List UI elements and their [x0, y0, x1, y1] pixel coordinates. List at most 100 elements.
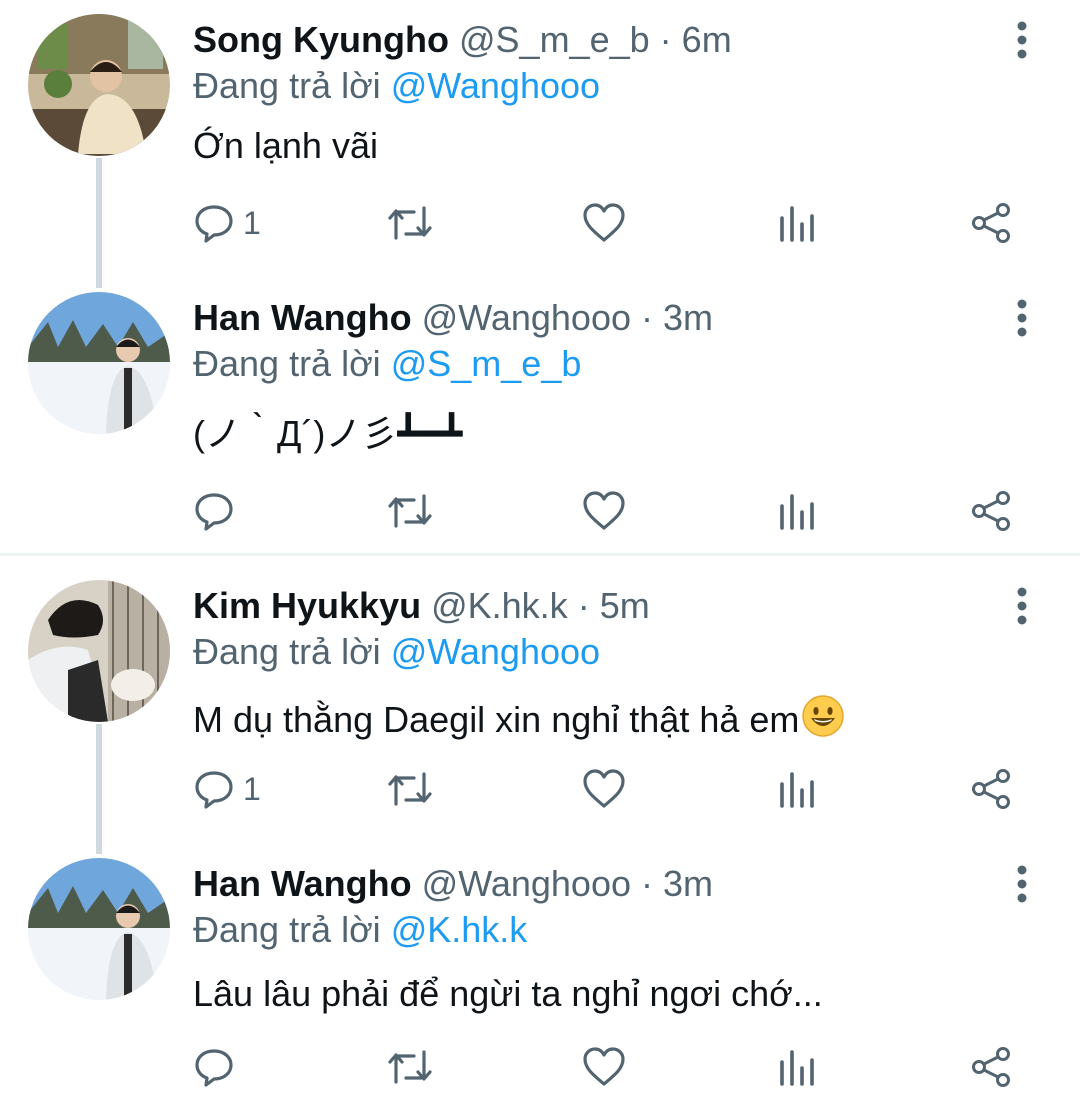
more-vertical-icon: [1017, 299, 1027, 337]
share-button[interactable]: [970, 1042, 1012, 1092]
mention-link[interactable]: @Wanghooo: [391, 65, 600, 106]
action-bar: 1: [0, 198, 1080, 248]
share-icon: [972, 1047, 1010, 1087]
replying-to: Đang trả lời @Wanghooo: [193, 66, 600, 106]
retweet-icon: [388, 772, 432, 806]
tweet-header: Song Kyungho @S_m_e_b · 6m: [193, 20, 732, 60]
avatar[interactable]: [28, 292, 170, 434]
share-button[interactable]: [970, 198, 1012, 248]
action-bar: [0, 1042, 1080, 1092]
like-button[interactable]: [582, 764, 626, 814]
reply-button[interactable]: [193, 1042, 243, 1092]
mention-link[interactable]: @K.hk.k: [391, 909, 528, 950]
timestamp[interactable]: 5m: [600, 585, 650, 626]
timestamp[interactable]: 3m: [663, 297, 713, 338]
replying-to-label: Đang trả lời: [193, 631, 381, 672]
username[interactable]: @Wanghooo: [422, 863, 631, 904]
smiling-face-emoji: [802, 695, 845, 737]
heart-icon: [583, 769, 625, 808]
separator: ·: [577, 585, 590, 626]
share-icon: [972, 203, 1010, 243]
tweet-header: Han Wangho @Wanghooo · 3m: [193, 864, 713, 904]
views-button[interactable]: [778, 486, 816, 536]
heart-icon: [583, 1047, 625, 1086]
username[interactable]: @S_m_e_b: [459, 19, 650, 60]
reply-count: 1: [243, 770, 261, 807]
tweet[interactable]: Han Wangho @Wanghooo · 3m Đang trả lời @…: [0, 846, 1080, 1096]
mention-link[interactable]: @Wanghooo: [391, 631, 600, 672]
tweet-header: Han Wangho @Wanghooo · 3m: [193, 298, 713, 338]
tweet-text: Lâu lâu phải để ngừi ta nghỉ ngơi chớ...: [193, 973, 823, 1014]
replying-to: Đang trả lời @S_m_e_b: [193, 344, 581, 384]
more-button[interactable]: [1006, 864, 1038, 904]
avatar[interactable]: [28, 580, 170, 722]
reply-button[interactable]: [193, 486, 243, 536]
retweet-icon: [388, 206, 432, 240]
replying-to-label: Đang trả lời: [193, 65, 381, 106]
more-vertical-icon: [1017, 865, 1027, 903]
tweet-text: Ớn lạnh vãi: [193, 125, 378, 166]
avatar[interactable]: [28, 858, 170, 1000]
analytics-icon: [780, 772, 814, 808]
display-name[interactable]: Kim Hyukkyu: [193, 585, 421, 626]
username[interactable]: @Wanghooo: [422, 297, 631, 338]
display-name[interactable]: Song Kyungho: [193, 19, 449, 60]
reply-button[interactable]: 1: [193, 764, 261, 814]
timestamp[interactable]: 6m: [682, 19, 732, 60]
like-button[interactable]: [582, 198, 626, 248]
avatar[interactable]: [28, 14, 170, 156]
display-name[interactable]: Han Wangho: [193, 863, 412, 904]
retweet-button[interactable]: [386, 486, 434, 536]
tweet-header: Kim Hyukkyu @K.hk.k · 5m: [193, 586, 650, 626]
more-vertical-icon: [1017, 21, 1027, 59]
reply-icon: [195, 1049, 233, 1087]
heart-icon: [583, 203, 625, 242]
username[interactable]: @K.hk.k: [431, 585, 568, 626]
thread-divider: [0, 553, 1080, 556]
replying-to-label: Đang trả lời: [193, 909, 381, 950]
share-button[interactable]: [970, 486, 1012, 536]
more-button[interactable]: [1006, 586, 1038, 626]
reply-count: 1: [243, 204, 261, 241]
more-button[interactable]: [1006, 298, 1038, 338]
retweet-button[interactable]: [386, 764, 434, 814]
like-button[interactable]: [582, 486, 626, 536]
heart-icon: [583, 491, 625, 530]
reply-icon: [195, 205, 233, 243]
reply-icon: [195, 493, 233, 531]
more-button[interactable]: [1006, 20, 1038, 60]
retweet-icon: [388, 1050, 432, 1084]
tweet[interactable]: Kim Hyukkyu @K.hk.k · 5m Đang trả lời @W…: [0, 566, 1080, 836]
retweet-icon: [388, 494, 432, 528]
more-vertical-icon: [1017, 587, 1027, 625]
share-icon: [972, 769, 1010, 809]
separator: ·: [641, 863, 654, 904]
replying-to-label: Đang trả lời: [193, 343, 381, 384]
tweet-text: M dụ thằng Daegil xin nghỉ thật hả em: [193, 694, 845, 740]
separator: ·: [641, 297, 654, 338]
views-button[interactable]: [778, 764, 816, 814]
replying-to: Đang trả lời @K.hk.k: [193, 910, 527, 950]
reply-icon: [195, 771, 233, 809]
tweet[interactable]: Song Kyungho @S_m_e_b · 6m Đang trả lời …: [0, 0, 1080, 270]
share-icon: [972, 491, 1010, 531]
analytics-icon: [780, 494, 814, 530]
tweet-text-content: M dụ thằng Daegil xin nghỉ thật hả em: [193, 699, 800, 740]
action-bar: 1: [0, 764, 1080, 814]
analytics-icon: [780, 1050, 814, 1086]
like-button[interactable]: [582, 1042, 626, 1092]
reply-button[interactable]: 1: [193, 198, 261, 248]
analytics-icon: [780, 206, 814, 242]
views-button[interactable]: [778, 1042, 816, 1092]
mention-link[interactable]: @S_m_e_b: [391, 343, 582, 384]
tweet[interactable]: Han Wangho @Wanghooo · 3m Đang trả lời @…: [0, 280, 1080, 550]
separator: ·: [659, 19, 672, 60]
share-button[interactable]: [970, 764, 1012, 814]
timestamp[interactable]: 3m: [663, 863, 713, 904]
display-name[interactable]: Han Wangho: [193, 297, 412, 338]
action-bar: [0, 486, 1080, 536]
replying-to: Đang trả lời @Wanghooo: [193, 632, 600, 672]
retweet-button[interactable]: [386, 1042, 434, 1092]
retweet-button[interactable]: [386, 198, 434, 248]
views-button[interactable]: [778, 198, 816, 248]
